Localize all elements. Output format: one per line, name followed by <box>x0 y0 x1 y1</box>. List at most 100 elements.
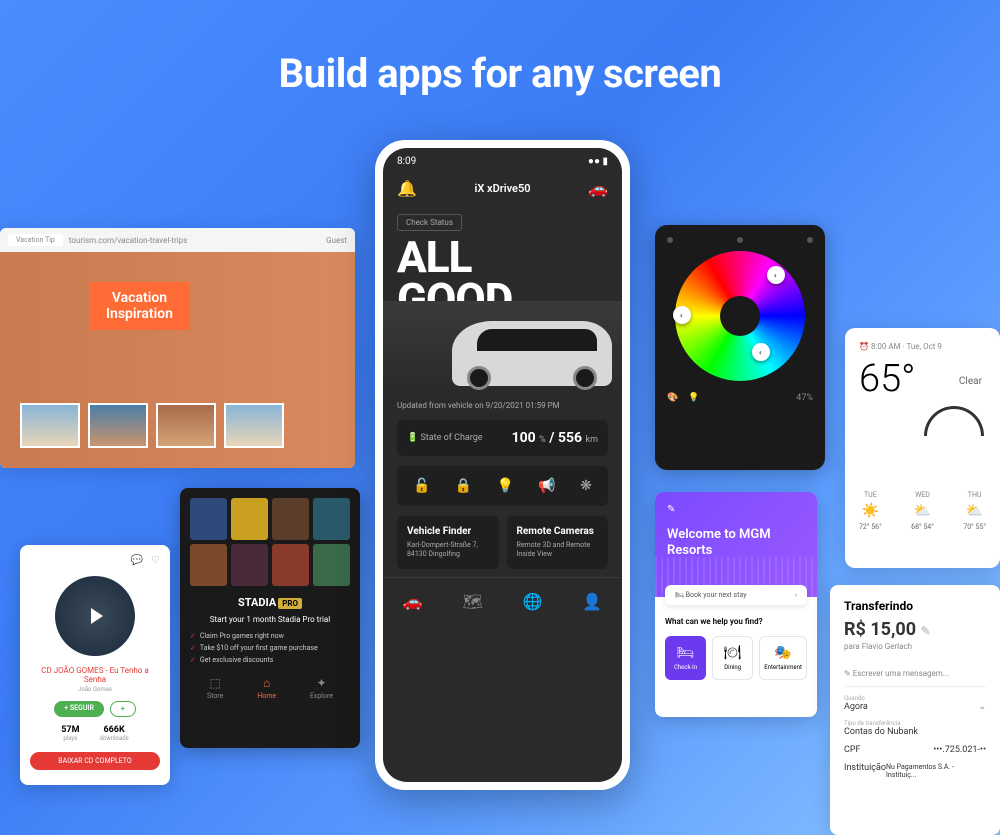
car-icon[interactable]: 🚗 <box>588 179 608 198</box>
edit-icon[interactable]: ✎ <box>921 624 931 638</box>
tile-checkin[interactable]: 🛏Check-In <box>665 636 706 680</box>
color-picker-card: ◐ ◐ ◐ 🎨 💡 47% <box>655 225 825 470</box>
bulb-icon[interactable]: 💡 <box>688 393 699 403</box>
mgm-welcome: Welcome to MGM Resorts <box>667 527 805 558</box>
heart-icon[interactable]: ♡ <box>151 555 160 566</box>
color-handle[interactable]: ◐ <box>673 306 691 324</box>
game-grid <box>190 498 350 586</box>
stadia-nav: ⬚Store ⌂Home ✦Explore <box>190 676 350 700</box>
photo-thumbnail[interactable] <box>156 403 216 448</box>
mgm-card: ✎ Welcome to MGM Resorts 🛏 Book your nex… <box>655 492 817 717</box>
tab-car-icon[interactable]: 🚗 <box>403 592 423 611</box>
music-title: CD JOÃO GOMES - Eu Tenho a Senha <box>30 666 160 684</box>
transfer-amount: R$ 15,00 ✎ <box>844 619 986 640</box>
forecast-day[interactable]: WED⛅ 68° 54° <box>911 491 934 531</box>
climate-icon[interactable]: ❋ <box>580 478 592 494</box>
music-card: 💬 ♡ CD JOÃO GOMES - Eu Tenho a Senha Joã… <box>20 545 170 785</box>
weather-arc-icon <box>924 406 984 436</box>
check-status-button[interactable]: Check Status <box>397 214 462 231</box>
browser-tab[interactable]: Vacation Tip <box>8 234 63 246</box>
message-input[interactable]: ✎ Escrever uma mensagem... <box>844 661 986 687</box>
vehicle-title: iX xDrive50 <box>474 182 530 195</box>
color-handle[interactable]: ◐ <box>752 343 770 361</box>
status-bar: 8:09 ●● ▮ <box>383 148 622 175</box>
when-field[interactable]: Quando Agora⌄ <box>844 695 986 712</box>
transfer-recipient: para Flavio Gerlach <box>844 642 986 651</box>
follow-button[interactable]: + SEGUIR <box>54 701 104 717</box>
lights-icon[interactable]: 💡 <box>497 478 514 494</box>
game-tile[interactable] <box>190 544 227 586</box>
nav-store[interactable]: ⬚Store <box>207 676 223 700</box>
cpf-field: CPF•••.725.021-•• <box>844 745 986 755</box>
institution-field: InstituiçãoNu Pagamentos S.A. - Institui… <box>844 763 986 779</box>
type-field[interactable]: Tipo de transferência Contas do Nubank <box>844 720 986 737</box>
play-icon[interactable] <box>91 608 103 624</box>
game-tile[interactable] <box>231 498 268 540</box>
nav-explore[interactable]: ✦Explore <box>310 676 333 700</box>
tab-globe-icon[interactable]: 🌐 <box>523 592 543 611</box>
photo-strip <box>20 403 335 448</box>
card-menu[interactable] <box>667 237 813 243</box>
weather-time: ⏰ 8:00 AM · Tue, Oct 9 <box>859 342 986 351</box>
game-tile[interactable] <box>313 498 350 540</box>
headline: Build apps for any screen <box>279 50 722 97</box>
remote-cameras-card[interactable]: Remote Cameras Remote 3D and Remote Insi… <box>507 516 609 569</box>
photo-thumbnail[interactable] <box>88 403 148 448</box>
browser-chrome: Vacation Tip tourism.com/vacation-travel… <box>0 228 355 252</box>
stadia-card: STADIAPRO Start your 1 month Stadia Pro … <box>180 488 360 748</box>
stadia-logo: STADIAPRO <box>190 596 350 609</box>
photo-thumbnail[interactable] <box>20 403 80 448</box>
color-handle[interactable]: ◐ <box>767 266 785 284</box>
mgm-help-label: What can we help you find? <box>655 613 817 630</box>
photo-thumbnail[interactable] <box>224 403 284 448</box>
book-stay-button[interactable]: 🛏 Book your next stay› <box>665 585 807 605</box>
tab-profile-icon[interactable]: 👤 <box>582 592 602 611</box>
vacation-banner: Vacation Inspiration <box>90 282 189 330</box>
car-image <box>383 301 622 391</box>
music-header: 💬 ♡ <box>30 555 160 566</box>
game-tile[interactable] <box>190 498 227 540</box>
signal-icon: ●● ▮ <box>588 156 608 167</box>
stadia-benefits: ✓Claim Pro games right now ✓Take $10 off… <box>190 632 350 664</box>
tile-dining[interactable]: 🍽Dining <box>712 636 753 680</box>
music-subtitle: João Gomes <box>30 686 160 693</box>
game-tile[interactable] <box>272 544 309 586</box>
phone-screen: 8:09 ●● ▮ 🔔 iX xDrive50 🚗 Check Status A… <box>383 148 622 782</box>
transfer-title: Transferindo <box>844 599 986 613</box>
browser-guest[interactable]: Guest <box>326 236 347 245</box>
charge-row[interactable]: 🔋 State of Charge 100 % / 556 km <box>397 420 608 456</box>
game-tile[interactable] <box>272 498 309 540</box>
color-wheel[interactable]: ◐ ◐ ◐ <box>675 251 805 381</box>
browser-card: Vacation Tip tourism.com/vacation-travel… <box>0 228 355 468</box>
phone-tabbar: 🚗 🗺 🌐 👤 <box>383 577 622 625</box>
update-timestamp: Updated from vehicle on 9/20/2021 01:59 … <box>383 391 622 420</box>
game-tile[interactable] <box>313 544 350 586</box>
weather-condition: Clear <box>959 376 982 387</box>
forecast-day[interactable]: THU⛅ 70° 55° <box>963 491 986 531</box>
add-button[interactable]: + <box>110 701 136 717</box>
lock-icon[interactable]: 🔓 <box>413 478 430 494</box>
download-button[interactable]: BAIXAR CD COMPLETO <box>30 752 160 770</box>
transfer-card: Transferindo R$ 15,00 ✎ para Flavio Gerl… <box>830 585 1000 835</box>
brightness-value: 47% <box>796 393 813 403</box>
remote-controls: 🔓 🔒 💡 📢 ❋ <box>397 466 608 506</box>
tab-map-icon[interactable]: 🗺 <box>463 592 483 611</box>
nav-home[interactable]: ⌂Home <box>257 676 276 700</box>
album-art[interactable] <box>55 576 135 656</box>
forecast-day[interactable]: TUE☀️ 72° 56° <box>859 491 882 531</box>
horn-icon[interactable]: 📢 <box>538 478 555 494</box>
unlock-icon[interactable]: 🔒 <box>455 478 472 494</box>
bell-icon[interactable]: 🔔 <box>397 179 417 198</box>
stadia-headline: Start your 1 month Stadia Pro trial <box>190 615 350 624</box>
game-tile[interactable] <box>231 544 268 586</box>
music-stats: 57Mplays 666Kdownloads <box>30 725 160 742</box>
browser-content: Vacation Inspiration <box>0 252 355 468</box>
forecast-row: TUE☀️ 72° 56° WED⛅ 68° 54° THU⛅ 70° 55° <box>859 491 986 531</box>
vehicle-finder-card[interactable]: Vehicle Finder Karl-Dompert-Straße 7, 84… <box>397 516 499 569</box>
weather-card: ⏰ 8:00 AM · Tue, Oct 9 65° Clear TUE☀️ 7… <box>845 328 1000 568</box>
mgm-hero: ✎ Welcome to MGM Resorts <box>655 492 817 597</box>
tile-entertainment[interactable]: 🎭Entertainment <box>759 636 807 680</box>
phone-frame: 8:09 ●● ▮ 🔔 iX xDrive50 🚗 Check Status A… <box>375 140 630 790</box>
palette-icon[interactable]: 🎨 <box>667 393 678 403</box>
chat-icon[interactable]: 💬 <box>131 555 143 566</box>
